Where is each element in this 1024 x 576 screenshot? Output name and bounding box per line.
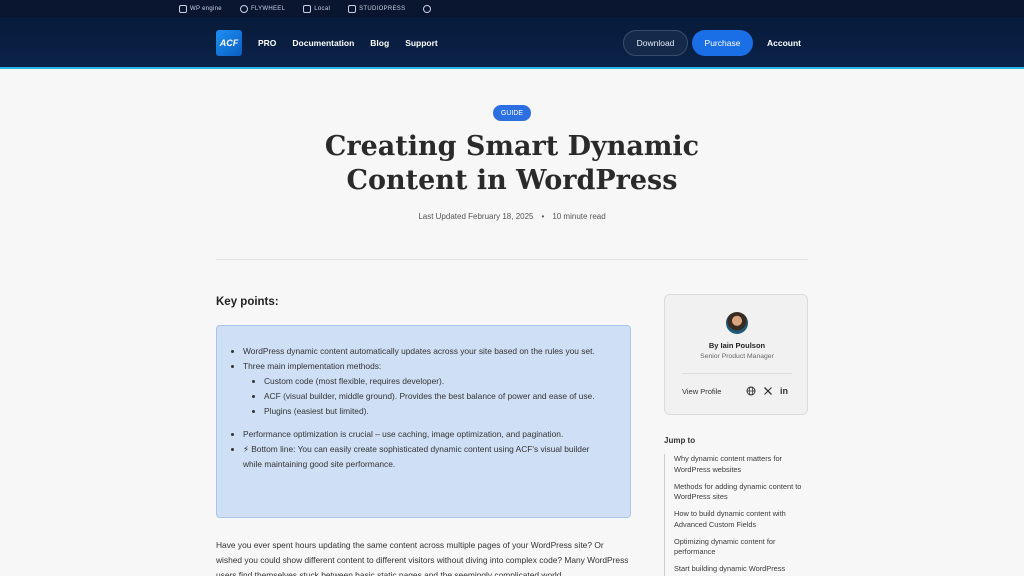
last-updated: Last Updated February 18, 2025	[418, 212, 534, 221]
avatar[interactable]	[726, 312, 748, 334]
method-item: ACF (visual builder, middle ground). Pro…	[264, 389, 610, 404]
page-title: Creating Smart Dynamic Content in WordPr…	[324, 131, 700, 196]
acf-logo[interactable]: ACF	[216, 30, 242, 56]
key-point-text: Three main implementation methods:	[243, 361, 382, 371]
intro-paragraph: Have you ever spent hours updating the s…	[216, 540, 629, 576]
nav-link-support[interactable]: Support	[405, 38, 438, 48]
card-divider	[682, 373, 792, 374]
view-profile-link[interactable]: View Profile	[682, 387, 721, 396]
toc-item[interactable]: Optimizing dynamic content for performan…	[674, 537, 814, 558]
account-link[interactable]: Account	[767, 17, 801, 69]
nav-link-pro[interactable]: PRO	[258, 38, 276, 48]
main-nav: ACF PRO Documentation Blog Support Downl…	[0, 17, 1024, 69]
jump-to-heading: Jump to	[664, 436, 696, 445]
wpengine-icon	[179, 4, 187, 13]
key-point-item: WordPress dynamic content automatically …	[243, 344, 610, 359]
partner-studiopress[interactable]: STUDIOPRESS	[348, 4, 405, 13]
partner-logo-icon	[423, 4, 432, 13]
purchase-button[interactable]: Purchase	[692, 30, 753, 56]
key-points-list: WordPress dynamic content automatically …	[243, 344, 610, 472]
guide-tag[interactable]: GUIDE	[493, 105, 531, 121]
read-time: 10 minute read	[552, 212, 606, 221]
partner-wpengine[interactable]: WP engine	[179, 4, 222, 13]
nav-link-documentation[interactable]: Documentation	[292, 38, 354, 48]
method-item: Plugins (easiest but limited).	[264, 404, 610, 419]
meta-separator: •	[541, 212, 545, 221]
x-icon[interactable]	[763, 386, 773, 398]
linkedin-icon[interactable]: in	[780, 386, 788, 396]
key-point-item: Performance optimization is crucial – us…	[243, 427, 610, 442]
studiopress-icon	[348, 4, 357, 13]
table-of-contents: Why dynamic content matters for WordPres…	[664, 454, 814, 576]
partner-other[interactable]	[423, 4, 432, 13]
key-point-item: Three main implementation methods: Custo…	[243, 359, 610, 419]
toc-item[interactable]: Why dynamic content matters for WordPres…	[674, 454, 814, 475]
author-name[interactable]: By Iain Poulson	[665, 341, 809, 350]
partner-flywheel[interactable]: FLYWHEEL	[239, 4, 285, 13]
toc-item[interactable]: How to build dynamic content with Advanc…	[674, 509, 814, 530]
download-button[interactable]: Download	[623, 30, 688, 56]
method-item: Custom code (most flexible, requires dev…	[264, 374, 610, 389]
toc-item[interactable]: Methods for adding dynamic content to Wo…	[674, 482, 814, 503]
article-meta: Last Updated February 18, 2025 • 10 minute…	[362, 212, 662, 221]
author-role: Senior Product Manager	[700, 353, 774, 360]
methods-list: Custom code (most flexible, requires dev…	[243, 374, 610, 419]
local-icon	[303, 4, 312, 13]
nav-link-blog[interactable]: Blog	[370, 38, 389, 48]
key-points-box: WordPress dynamic content automatically …	[216, 325, 631, 518]
flywheel-icon	[239, 4, 248, 13]
key-point-item: ⚡ Bottom line: You can easily create sop…	[243, 442, 610, 472]
key-points-heading: Key points:	[216, 296, 279, 308]
partner-bar: WP engine FLYWHEEL Local STUDIOPRESS	[0, 0, 1024, 17]
toc-item[interactable]: Start building dynamic WordPress	[674, 564, 814, 575]
nav-links: PRO Documentation Blog Support	[258, 17, 438, 69]
author-card: By Iain Poulson Senior Product Manager V…	[664, 294, 808, 415]
globe-icon[interactable]	[746, 386, 756, 398]
header-divider	[216, 259, 808, 260]
partner-local[interactable]: Local	[303, 4, 330, 13]
